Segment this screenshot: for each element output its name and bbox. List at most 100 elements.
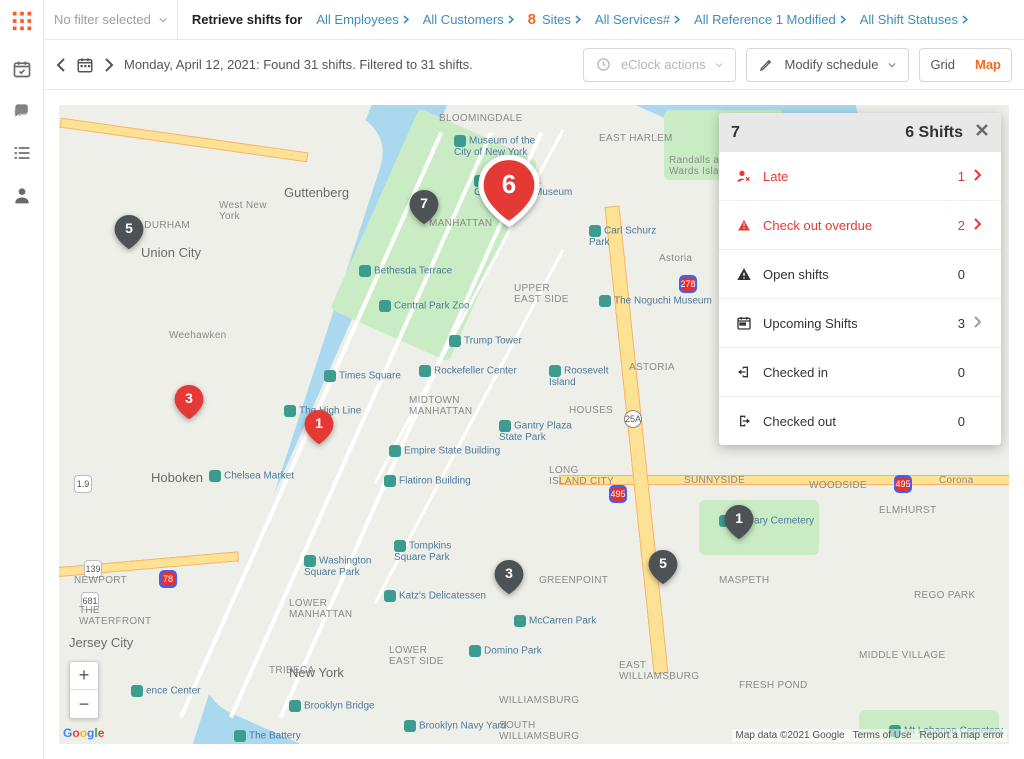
pin-count: 7 xyxy=(406,195,442,211)
calendar-icon xyxy=(733,315,755,331)
chevron-right-icon xyxy=(973,316,987,331)
list-icon[interactable] xyxy=(12,143,32,163)
filter-preset-selector[interactable]: No filter selected xyxy=(54,0,178,39)
map-pin[interactable]: 6 xyxy=(474,150,544,235)
panel-row-overdue[interactable]: Check out overdue 2 xyxy=(719,201,1001,250)
route-shield-icon: 681 xyxy=(81,592,99,610)
pin-count: 5 xyxy=(645,555,681,571)
row-count: 3 xyxy=(958,316,965,331)
report-error-link[interactable]: Report a map error xyxy=(920,730,1004,741)
map-pin[interactable]: 3 xyxy=(171,381,207,425)
zoom-out-button[interactable]: − xyxy=(70,690,98,718)
date-status-text: Monday, April 12, 2021: Found 31 shifts.… xyxy=(124,57,473,72)
filter-sites[interactable]: 8Sites xyxy=(528,11,581,28)
chevron-right-icon xyxy=(575,15,581,24)
filter-preset-label: No filter selected xyxy=(54,12,151,27)
pin-count: 6 xyxy=(474,169,544,200)
pin-count: 3 xyxy=(491,565,527,581)
filter-reference[interactable]: All Reference 1 Modified xyxy=(694,12,846,27)
row-count: 2 xyxy=(958,218,965,233)
view-grid-button[interactable]: Grid xyxy=(920,48,965,82)
left-rail xyxy=(0,0,44,759)
modify-schedule-button[interactable]: Modify schedule xyxy=(746,48,909,82)
map[interactable]: 495 495 278 78 139 1.9 25A 681 New YorkJ… xyxy=(59,105,1009,744)
eclock-actions-button[interactable]: eClock actions xyxy=(583,48,737,82)
row-count: 0 xyxy=(958,267,965,282)
shift-count: 6 Shifts xyxy=(905,124,963,142)
row-label: Upcoming Shifts xyxy=(763,316,858,331)
close-panel-button[interactable] xyxy=(975,123,989,142)
app-logo-icon[interactable] xyxy=(11,10,33,37)
caret-down-icon xyxy=(888,61,896,69)
map-data-label: Map data ©2021 Google xyxy=(735,730,844,741)
chevron-right-icon xyxy=(403,15,409,24)
map-pin[interactable]: 5 xyxy=(111,211,147,255)
route-shield-icon: 1.9 xyxy=(74,475,92,493)
map-pin[interactable]: 1 xyxy=(721,501,757,545)
panel-header: 7 6 Shifts xyxy=(719,113,1001,152)
chevron-right-icon xyxy=(508,15,514,24)
map-pin[interactable]: 5 xyxy=(645,546,681,590)
view-toggle: Grid Map xyxy=(919,48,1012,82)
interstate-shield-icon: 78 xyxy=(159,570,177,588)
chevron-right-icon xyxy=(840,15,846,24)
close-icon xyxy=(975,123,989,137)
date-toolbar: Monday, April 12, 2021: Found 31 shifts.… xyxy=(44,40,1024,90)
interstate-shield-icon: 495 xyxy=(609,485,627,503)
caret-down-icon xyxy=(159,16,167,24)
view-map-button[interactable]: Map xyxy=(965,48,1011,82)
main-area: No filter selected Retrieve shifts for A… xyxy=(44,0,1024,759)
terms-link[interactable]: Terms of Use xyxy=(853,730,912,741)
route-shield-icon: 139 xyxy=(84,560,102,578)
chevron-right-icon xyxy=(962,15,968,24)
pin-count: 5 xyxy=(111,220,147,236)
interstate-shield-icon: 278 xyxy=(679,275,697,293)
row-label: Late xyxy=(763,169,788,184)
panel-row-checkedout: Checked out0 xyxy=(719,397,1001,445)
pin-count: 1 xyxy=(301,415,337,431)
panel-row-open: Open shifts 0 xyxy=(719,250,1001,299)
row-count: 0 xyxy=(958,414,965,429)
retrieve-label: Retrieve shifts for xyxy=(192,12,303,27)
panel-row-upcoming[interactable]: Upcoming Shifts 3 xyxy=(719,299,1001,348)
enter-icon xyxy=(733,364,755,380)
row-label: Check out overdue xyxy=(763,218,872,233)
calendar-check-icon[interactable] xyxy=(12,59,32,79)
zoom-in-button[interactable]: + xyxy=(70,662,98,690)
interstate-shield-icon: 495 xyxy=(894,475,912,493)
chevron-right-icon xyxy=(973,218,987,233)
chevron-right-icon xyxy=(973,169,987,184)
filter-bar: No filter selected Retrieve shifts for A… xyxy=(44,0,1024,40)
row-count: 1 xyxy=(958,169,965,184)
user-times-icon xyxy=(733,168,755,184)
clock-icon xyxy=(596,57,611,72)
map-pin[interactable]: 3 xyxy=(491,556,527,600)
map-container: 495 495 278 78 139 1.9 25A 681 New YorkJ… xyxy=(44,90,1024,759)
pin-count: 1 xyxy=(721,510,757,526)
map-pin[interactable]: 7 xyxy=(406,186,442,230)
filter-employees[interactable]: All Employees xyxy=(316,12,408,27)
pencil-icon xyxy=(759,57,774,72)
panel-row-checkedin: Checked in0 xyxy=(719,348,1001,397)
user-icon[interactable] xyxy=(12,185,32,205)
warn-icon xyxy=(733,217,755,233)
chevron-right-icon xyxy=(674,15,680,24)
exit-icon xyxy=(733,413,755,429)
filter-customers[interactable]: All Customers xyxy=(423,12,514,27)
calendar-picker-icon[interactable] xyxy=(76,56,94,74)
map-pin[interactable]: 1 xyxy=(301,406,337,450)
pin-count: 3 xyxy=(171,390,207,406)
next-day-button[interactable] xyxy=(104,58,114,72)
caret-down-icon xyxy=(715,61,723,69)
panel-row-late[interactable]: Late 1 xyxy=(719,152,1001,201)
warn-solid-icon xyxy=(733,266,755,282)
filter-statuses[interactable]: All Shift Statuses xyxy=(860,12,968,27)
prev-day-button[interactable] xyxy=(56,58,66,72)
chat-icon[interactable] xyxy=(12,101,32,121)
row-label: Open shifts xyxy=(763,267,829,282)
cluster-id: 7 xyxy=(731,124,740,142)
filter-services[interactable]: All Services# xyxy=(595,12,680,27)
row-count: 0 xyxy=(958,365,965,380)
route-shield-icon: 25A xyxy=(624,410,642,428)
zoom-control: + − xyxy=(69,661,99,719)
